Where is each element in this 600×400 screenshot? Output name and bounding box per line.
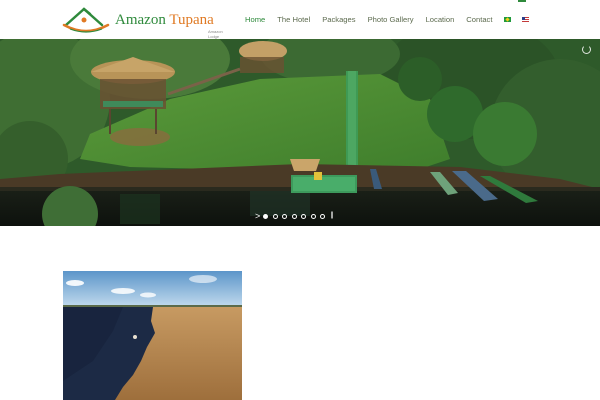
slider-prev-arrow-icon[interactable]: > [255,211,260,221]
lodge-aerial-photo [0,39,600,226]
site-logo[interactable]: Amazon Tupana Amazon Lodge [60,3,230,39]
slider-loading-icon [582,45,591,54]
nav-item-location[interactable]: Location [426,15,455,24]
nav-item-home[interactable]: Home [245,15,265,24]
logo-word-amazon: Amazon [115,12,166,28]
main-nav: Home The Hotel Packages Photo Gallery Lo… [245,0,540,39]
meeting-of-waters-photo[interactable] [63,271,242,400]
slider-dot-7[interactable] [320,213,326,219]
slider-pause-icon[interactable]: || [331,211,333,221]
nav-item-contact[interactable]: Contact [466,15,492,24]
hero-slider[interactable]: > || [0,39,600,226]
nav-item-photo-gallery[interactable]: Photo Gallery [368,15,414,24]
site-header: Amazon Tupana Amazon Lodge Home The Hote… [0,0,600,39]
nav-item-the-hotel[interactable]: The Hotel [277,15,310,24]
nav-item-packages[interactable]: Packages [322,15,355,24]
logo-word-tupana: Tupana [169,12,214,28]
logo-tagline: Amazon Lodge [208,29,223,39]
slider-dot-6[interactable] [310,213,316,219]
slider-dot-1[interactable] [263,213,269,219]
meeting-of-waters-image [63,271,242,400]
slider-dot-3[interactable] [282,213,288,219]
slider-dot-2[interactable] [272,213,278,219]
slider-dot-5[interactable] [301,213,307,219]
slider-controls: > || [255,211,333,221]
usa-flag-icon[interactable] [522,17,530,22]
logo-emblem-icon [62,7,110,33]
logo-wordmark: Amazon Tupana [115,12,214,28]
brazil-flag-icon[interactable] [504,17,512,22]
slider-dot-4[interactable] [291,213,297,219]
